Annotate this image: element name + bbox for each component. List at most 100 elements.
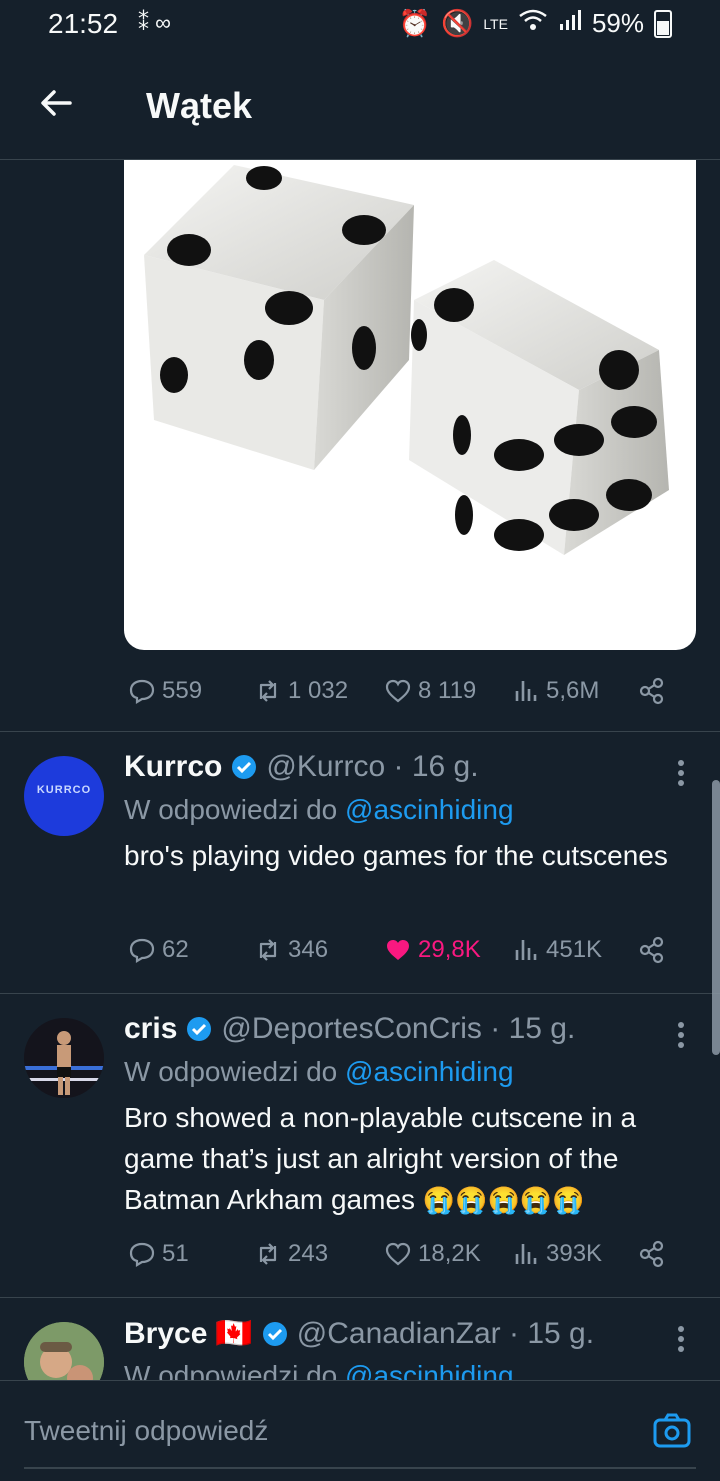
reply-prefix: W odpowiedzi do: [124, 1360, 346, 1380]
reply-context: W odpowiedzi do @ascinhiding: [124, 1360, 514, 1380]
author-handle[interactable]: @CanadianZar · 15 g.: [297, 1317, 594, 1351]
views-button[interactable]: 393K: [512, 1240, 602, 1268]
status-bar: 21:52 ⁑ ∞ ⏰ 🔇 LTE 59%: [0, 0, 720, 50]
share-icon: [639, 1240, 664, 1268]
tweet-text-container: Bro showed a non-playable cutscene in a …: [124, 1097, 684, 1221]
views-count: 451K: [546, 936, 603, 963]
reply-count: 51: [162, 1240, 189, 1267]
more-options-icon[interactable]: [678, 1018, 686, 1052]
retweet-count: 243: [288, 1240, 329, 1267]
tweet-header: cris @DeportesConCris · 15 g.: [124, 1012, 575, 1046]
reply-context: W odpowiedzi do @ascinhiding: [124, 1056, 514, 1088]
avatar-photo: [24, 1322, 104, 1380]
more-options-icon[interactable]: [678, 756, 686, 790]
retweet-button[interactable]: 243: [254, 1240, 328, 1268]
author-name[interactable]: cris: [124, 1012, 177, 1046]
share-icon: [639, 936, 664, 964]
heart-icon: [385, 1242, 411, 1266]
share-icon: [639, 677, 664, 705]
status-time: 21:52: [48, 8, 119, 39]
author-name[interactable]: Kurrco: [124, 750, 222, 784]
share-button[interactable]: [638, 677, 666, 705]
avatar-photo: [24, 1018, 104, 1098]
tweet-text: bro's playing video games for the cutsce…: [124, 840, 668, 871]
dice-illustration: [144, 165, 669, 555]
views-count: 5,6M: [546, 677, 600, 704]
retweet-count: 346: [288, 936, 329, 963]
views-button[interactable]: 5,6M: [512, 677, 599, 705]
views-icon: [515, 1244, 537, 1264]
reply-composer: Tweetnij odpowiedź: [0, 1380, 720, 1481]
top-bar: Wątek: [0, 55, 720, 160]
like-button[interactable]: 29,8K: [384, 936, 481, 964]
heart-filled-icon: [387, 940, 409, 960]
verified-badge-icon: [232, 755, 257, 779]
canada-flag-icon: 🇨🇦: [215, 1317, 253, 1350]
reply-button[interactable]: 62: [128, 936, 189, 964]
reply-button[interactable]: 51: [128, 1240, 189, 1268]
retweet-icon: [259, 1243, 277, 1265]
retweet-count: 1 032: [288, 677, 349, 704]
views-icon: [515, 940, 537, 960]
input-underline: [24, 1467, 696, 1469]
battery-icon: [654, 9, 672, 38]
verified-badge-icon: [262, 1321, 287, 1346]
retweet-button[interactable]: 346: [254, 936, 328, 964]
author-handle[interactable]: @DeportesConCris · 15 g.: [221, 1012, 575, 1046]
retweet-icon: [259, 680, 277, 702]
lte-label: LTE: [483, 15, 508, 32]
status-right: ⏰ 🔇 LTE 59%: [399, 8, 672, 39]
retweet-icon: [259, 939, 277, 961]
battery-percent: 59%: [591, 8, 644, 38]
alarm-icon: ⏰: [398, 8, 431, 38]
views-count: 393K: [546, 1240, 603, 1267]
reply-icon: [129, 1242, 155, 1267]
views-button[interactable]: 451K: [512, 936, 602, 964]
reply-count: 559: [162, 677, 203, 704]
like-button[interactable]: 18,2K: [384, 1240, 481, 1268]
reply-count: 62: [162, 936, 189, 963]
reply-icon: [129, 938, 155, 963]
more-options-icon[interactable]: [678, 1322, 686, 1356]
views-icon: [515, 681, 537, 701]
reply-prefix: W odpowiedzi do: [124, 794, 346, 825]
crying-emoji: 😭😭😭😭😭: [422, 1185, 585, 1215]
reply-tweet[interactable]: KURRCO Kurrco @Kurrco · 16 g. W odpowied…: [0, 732, 720, 992]
tweet-header: Bryce 🇨🇦 @CanadianZar · 15 g.: [124, 1316, 594, 1351]
like-button[interactable]: 8 119: [384, 677, 476, 705]
reply-to-link[interactable]: @ascinhiding: [345, 1056, 514, 1087]
reply-icon: [129, 679, 155, 704]
reply-tweet[interactable]: Bryce 🇨🇦 @CanadianZar · 15 g. W odpowied…: [0, 1298, 720, 1380]
reply-context: W odpowiedzi do @ascinhiding: [124, 794, 514, 826]
reply-prefix: W odpowiedzi do: [124, 1056, 346, 1087]
reply-tweet[interactable]: cris @DeportesConCris · 15 g. W odpowied…: [0, 994, 720, 1296]
like-count: 29,8K: [418, 936, 481, 963]
tweet-media-image[interactable]: [124, 160, 696, 650]
retweet-button[interactable]: 1 032: [254, 677, 348, 705]
reply-button[interactable]: 559: [128, 677, 202, 705]
mute-icon: 🔇: [440, 8, 474, 38]
tweet-header: Kurrco @Kurrco · 16 g.: [124, 750, 479, 784]
share-button[interactable]: [638, 1240, 666, 1268]
avatar-logo-text: KURRCO: [36, 784, 92, 796]
heart-icon: [385, 679, 411, 703]
avatar[interactable]: KURRCO: [24, 756, 104, 836]
like-count: 18,2K: [418, 1240, 481, 1267]
reply-to-link[interactable]: @ascinhiding: [345, 1360, 514, 1380]
like-count: 8 119: [418, 677, 477, 704]
reply-to-link[interactable]: @ascinhiding: [345, 794, 514, 825]
author-handle[interactable]: @Kurrco · 16 g.: [266, 750, 478, 784]
scrollbar[interactable]: [712, 780, 720, 1055]
avatar[interactable]: [24, 1018, 104, 1098]
verified-badge-icon: [187, 1017, 212, 1041]
reply-input[interactable]: Tweetnij odpowiedź: [24, 1415, 268, 1447]
share-button[interactable]: [638, 936, 666, 964]
signal-icon: [558, 8, 582, 39]
notification-icons: ⁑ ∞: [138, 10, 171, 35]
back-arrow-icon[interactable]: [36, 83, 76, 123]
page-title: Wątek: [146, 85, 253, 126]
author-name[interactable]: Bryce: [124, 1317, 207, 1351]
wifi-icon: [518, 8, 548, 39]
camera-icon[interactable]: [652, 1411, 692, 1451]
avatar[interactable]: [24, 1322, 104, 1380]
